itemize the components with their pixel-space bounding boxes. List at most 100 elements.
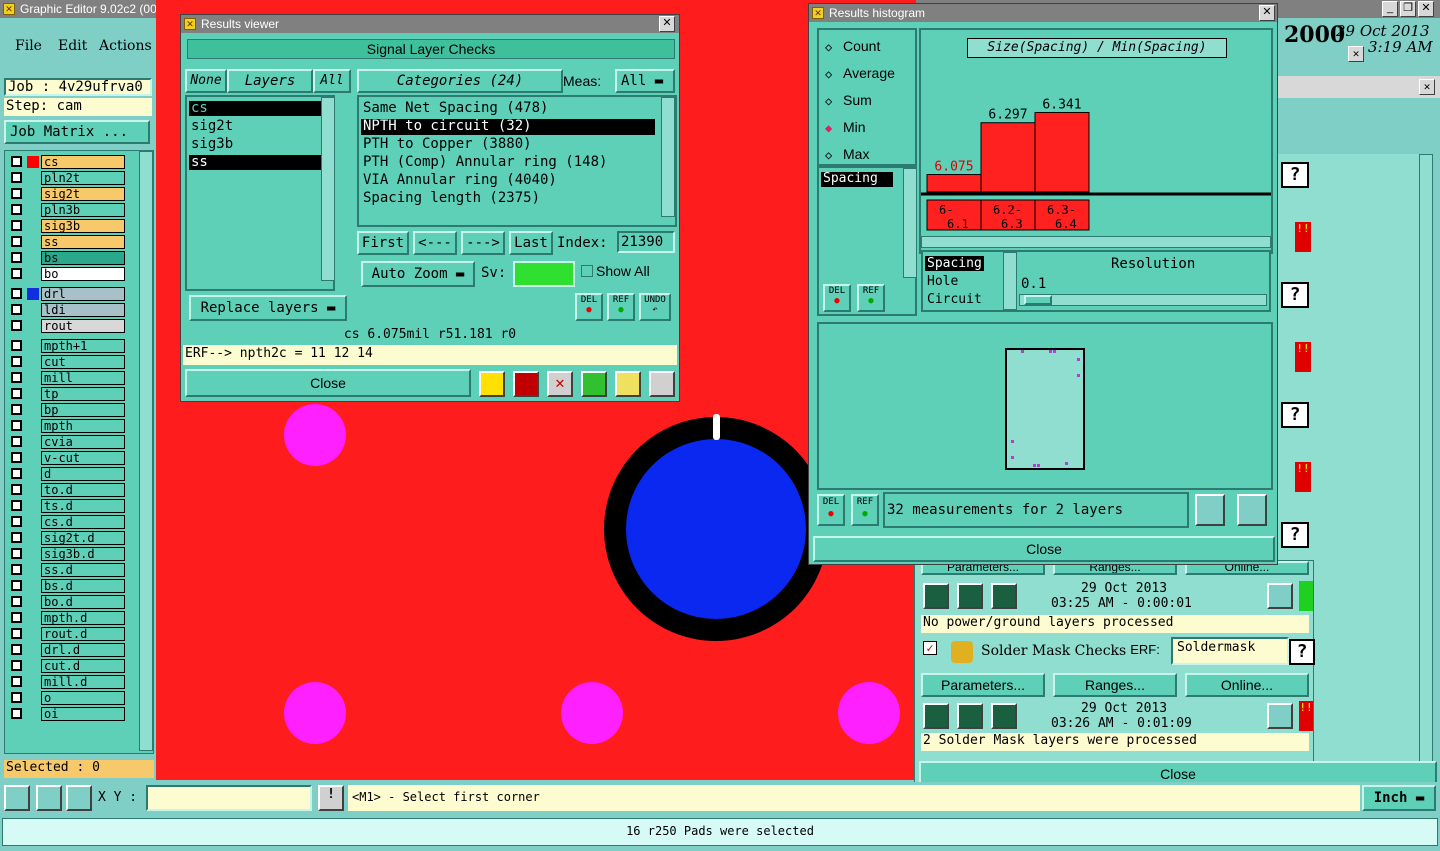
layer-name-sig3b.d[interactable]: sig3b.d xyxy=(41,547,125,561)
layer-checkbox[interactable] xyxy=(11,468,22,479)
category-item[interactable]: PTH to Copper (3880) xyxy=(361,137,655,153)
ref-button[interactable]: REF ● xyxy=(857,284,885,312)
run-icon[interactable] xyxy=(923,703,949,729)
layer-name-mpth[interactable]: mpth xyxy=(41,419,125,433)
layer-name-oi[interactable]: oi xyxy=(41,707,125,721)
parameters-button[interactable]: Parameters... xyxy=(921,673,1045,697)
enable-checkbox[interactable]: ✓ xyxy=(923,641,937,655)
grid-icon[interactable] xyxy=(66,785,92,811)
first-button[interactable]: First xyxy=(357,231,409,255)
layer-listbox[interactable]: cs sig2t sig3b ss xyxy=(185,95,335,291)
layer-name-v-cut[interactable]: v-cut xyxy=(41,451,125,465)
close-icon[interactable]: ✕ xyxy=(1418,1,1434,17)
layer-name-ts.d[interactable]: ts.d xyxy=(41,499,125,513)
layer-checkbox[interactable] xyxy=(11,288,22,299)
layer-checkbox[interactable] xyxy=(11,420,22,431)
radio-icon[interactable]: ◆ xyxy=(825,121,832,135)
stat-option-min[interactable]: Min xyxy=(843,119,866,135)
minimize-icon[interactable]: _ xyxy=(1382,1,1398,17)
list-item[interactable]: Spacing xyxy=(821,172,893,187)
layer-checkbox[interactable] xyxy=(11,516,22,527)
layer-checkbox[interactable] xyxy=(11,484,22,495)
erf-field[interactable]: Soldermask xyxy=(1171,637,1289,665)
radio-icon[interactable]: ◇ xyxy=(825,67,832,81)
scrollbar[interactable] xyxy=(903,168,917,278)
layer-name-mill[interactable]: mill xyxy=(41,371,125,385)
next-button[interactable]: ---> xyxy=(461,231,505,255)
meas-dropdown[interactable]: All ▬ xyxy=(615,69,675,93)
layer-checkbox[interactable] xyxy=(11,692,22,703)
layer-name-rout[interactable]: rout xyxy=(41,319,125,333)
index-input[interactable]: 21390 xyxy=(617,231,675,253)
layer-name-tp[interactable]: tp xyxy=(41,387,125,401)
category-item[interactable]: VIA Annular ring (4040) xyxy=(361,173,655,189)
layer-checkbox[interactable] xyxy=(11,268,22,279)
auto-zoom-dropdown[interactable]: Auto Zoom ▬ xyxy=(361,261,475,287)
layer-name-bs.d[interactable]: bs.d xyxy=(41,579,125,593)
stop-icon[interactable] xyxy=(991,703,1017,729)
layer-name-mill.d[interactable]: mill.d xyxy=(41,675,125,689)
radio-icon[interactable]: ◇ xyxy=(825,40,832,54)
help-icon[interactable]: ? xyxy=(1281,162,1309,188)
del-button[interactable]: DEL ● xyxy=(575,293,603,321)
zoom-icon[interactable] xyxy=(1267,583,1293,609)
layer-name-bs[interactable]: bs xyxy=(41,251,125,265)
layer-name-ss[interactable]: ss xyxy=(41,235,125,249)
layer-name-cs.d[interactable]: cs.d xyxy=(41,515,125,529)
scrollbar[interactable] xyxy=(1003,252,1017,310)
h-scrollbar[interactable] xyxy=(921,236,1271,248)
all-button[interactable]: All xyxy=(313,69,351,93)
layer-name-pln2t[interactable]: pln2t xyxy=(41,171,125,185)
layer-checkbox[interactable] xyxy=(11,404,22,415)
run-icon[interactable] xyxy=(923,583,949,609)
layer-name-cs[interactable]: cs xyxy=(41,155,125,169)
online-button[interactable]: Online... xyxy=(1185,673,1309,697)
layer-checkbox[interactable] xyxy=(11,500,22,511)
layer-name-to.d[interactable]: to.d xyxy=(41,483,125,497)
layer-checkbox[interactable] xyxy=(11,172,22,183)
layer-name-o[interactable]: o xyxy=(41,691,125,705)
measure-icon[interactable] xyxy=(36,785,62,811)
layer-name-sig2t.d[interactable]: sig2t.d xyxy=(41,531,125,545)
none-button[interactable]: None xyxy=(185,69,227,93)
close-button[interactable]: Close xyxy=(185,369,471,397)
resolution-item[interactable]: Hole xyxy=(925,274,960,289)
layer-checkbox[interactable] xyxy=(11,320,22,331)
ranges-button[interactable]: Ranges... xyxy=(1053,673,1177,697)
layer-name-ldi[interactable]: ldi xyxy=(41,303,125,317)
menu-edit[interactable]: Edit xyxy=(58,38,87,54)
categories-button[interactable]: Categories (24) xyxy=(357,69,563,93)
slider-thumb[interactable] xyxy=(1024,295,1052,305)
layer-checkbox[interactable] xyxy=(11,612,22,623)
report-icon[interactable] xyxy=(513,371,539,397)
layer-name-ss.d[interactable]: ss.d xyxy=(41,563,125,577)
layer-list-item[interactable]: cs xyxy=(189,101,329,116)
category-item[interactable]: Spacing length (2375) xyxy=(361,191,655,207)
count-icon[interactable] xyxy=(581,371,607,397)
run-all-icon[interactable] xyxy=(957,583,983,609)
resolution-slider[interactable] xyxy=(1019,294,1267,306)
layer-checkbox[interactable] xyxy=(11,436,22,447)
select-icon[interactable] xyxy=(4,785,30,811)
stat-option-count[interactable]: Count xyxy=(843,38,880,54)
layer-name-rout.d[interactable]: rout.d xyxy=(41,627,125,641)
del-button[interactable]: DEL ● xyxy=(817,494,845,526)
layer-checkbox[interactable] xyxy=(11,628,22,639)
layer-checkbox[interactable] xyxy=(11,372,22,383)
layer-name-cut[interactable]: cut xyxy=(41,355,125,369)
layer-checkbox[interactable] xyxy=(11,220,22,231)
layer-name-mpth+1[interactable]: mpth+1 xyxy=(41,339,125,353)
job-matrix-button[interactable]: Job Matrix ... xyxy=(4,120,150,144)
stat-option-sum[interactable]: Sum xyxy=(843,92,872,108)
resolution-item[interactable]: Spacing xyxy=(925,256,984,271)
layer-checkbox[interactable] xyxy=(11,548,22,559)
zoom-icon[interactable] xyxy=(1267,703,1293,729)
layer-name-pln3b[interactable]: pln3b xyxy=(41,203,125,217)
menu-actions[interactable]: Actions xyxy=(99,38,152,54)
scrollbar[interactable] xyxy=(139,151,153,751)
histogram-icon[interactable] xyxy=(649,371,675,397)
layer-checkbox[interactable] xyxy=(11,660,22,671)
layer-list-item[interactable]: ss xyxy=(189,155,329,170)
layer-checkbox[interactable] xyxy=(11,644,22,655)
warning-icon[interactable]: ! xyxy=(318,785,344,811)
